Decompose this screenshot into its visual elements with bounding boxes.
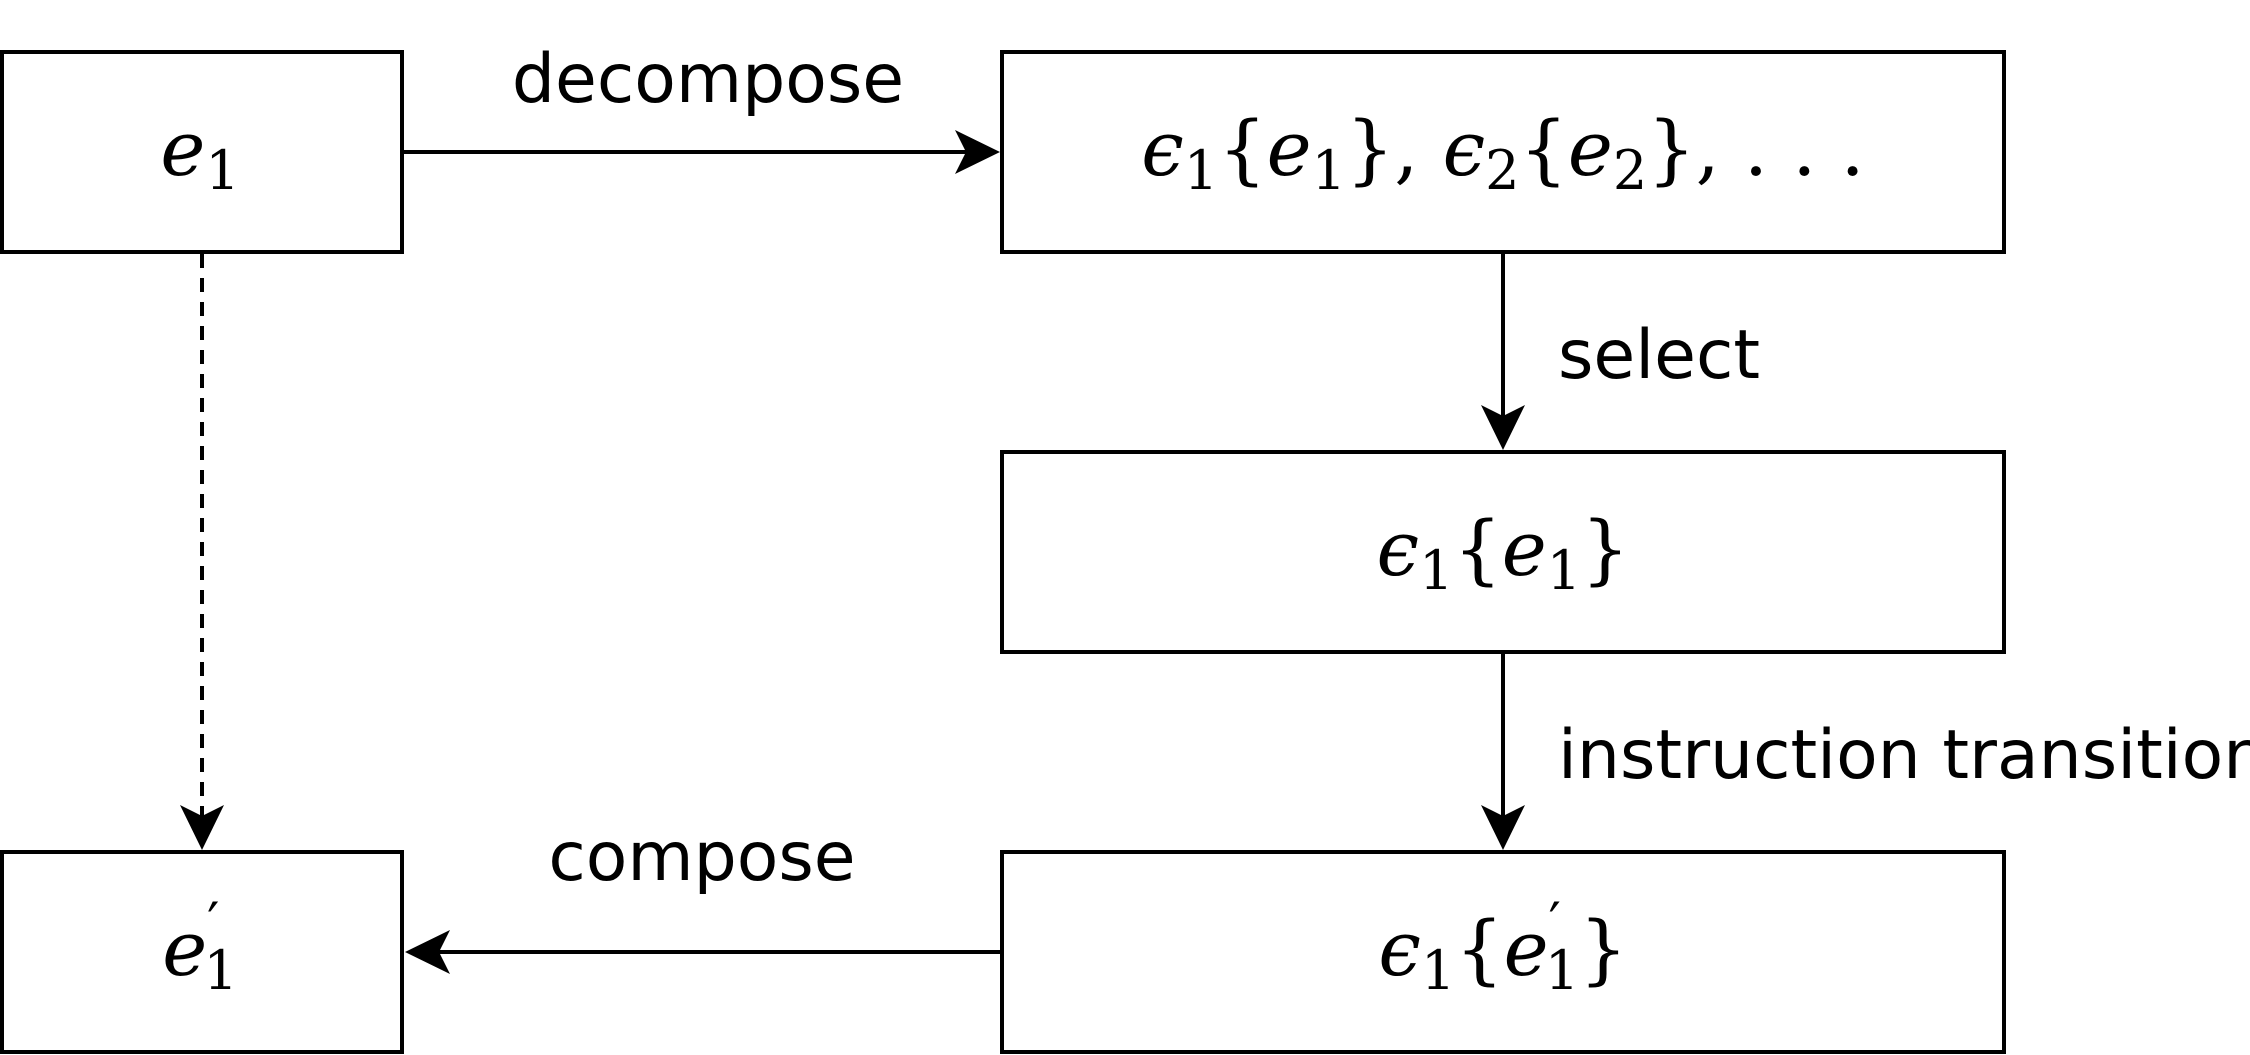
node-e1-prime-main: e xyxy=(162,904,207,993)
formula-part: ϵ xyxy=(1141,104,1184,193)
formula-part: 1 xyxy=(1421,939,1455,1002)
node-e1-prime: e′ 1 xyxy=(0,850,404,1054)
edge-dashed-shortcut xyxy=(180,254,224,850)
formula-part: { xyxy=(1218,104,1266,193)
node-e1: e1 xyxy=(0,50,404,254)
formula-part: { xyxy=(1455,904,1503,993)
diagram-canvas: e1 ϵ1{e1}, ϵ2{e2}, . . . ϵ1{e1} ϵ1{e′ 1} … xyxy=(0,40,2250,1054)
formula-part: e xyxy=(1502,504,1547,593)
edge-compose: compose xyxy=(405,818,1000,974)
formula-part: ϵ xyxy=(1377,504,1420,593)
node-e1-main: e xyxy=(160,104,205,193)
formula-part: 2 xyxy=(1485,139,1519,202)
formula-part: 1 xyxy=(1547,539,1581,602)
formula-part: { xyxy=(1453,504,1501,593)
formula-part: { xyxy=(1520,104,1568,193)
node-decomposed: ϵ1{e1}, ϵ2{e2}, . . . xyxy=(1000,50,2006,254)
formula-part: } xyxy=(1581,504,1629,593)
formula-part: }, . . . xyxy=(1647,104,1864,193)
formula-part: 2 xyxy=(1613,139,1647,202)
node-e1-sub: 1 xyxy=(205,139,239,202)
edge-decompose-label: decompose xyxy=(512,40,904,119)
formula-part: 1 xyxy=(1419,539,1453,602)
edge-decompose: decompose xyxy=(404,40,1000,174)
formula-part: 1 xyxy=(1312,139,1346,202)
formula-part: ϵ xyxy=(1443,104,1486,193)
edge-select: select xyxy=(1481,254,1760,450)
formula-part: ϵ xyxy=(1378,904,1421,993)
node-transitioned-label: ϵ1{e′ 1} xyxy=(1378,891,1627,1002)
formula-part: e xyxy=(1504,904,1549,993)
edge-instruction-transition-label: instruction transition xyxy=(1558,716,2250,795)
edge-instruction-transition: instruction transition xyxy=(1481,654,2250,850)
edge-compose-label: compose xyxy=(548,818,855,897)
formula-part: } xyxy=(1579,904,1627,993)
node-e1-prime-sub: 1 xyxy=(203,939,237,1002)
node-selected-label: ϵ1{e1} xyxy=(1377,504,1630,602)
formula-part: 1 xyxy=(1545,939,1579,1002)
formula-part: e xyxy=(1267,104,1312,193)
edge-select-label: select xyxy=(1558,316,1760,395)
node-selected: ϵ1{e1} xyxy=(1000,450,2006,654)
formula-part: e xyxy=(1568,104,1613,193)
node-transitioned: ϵ1{e′ 1} xyxy=(1000,850,2006,1054)
formula-part: }, xyxy=(1346,104,1443,193)
formula-part: 1 xyxy=(1184,139,1218,202)
